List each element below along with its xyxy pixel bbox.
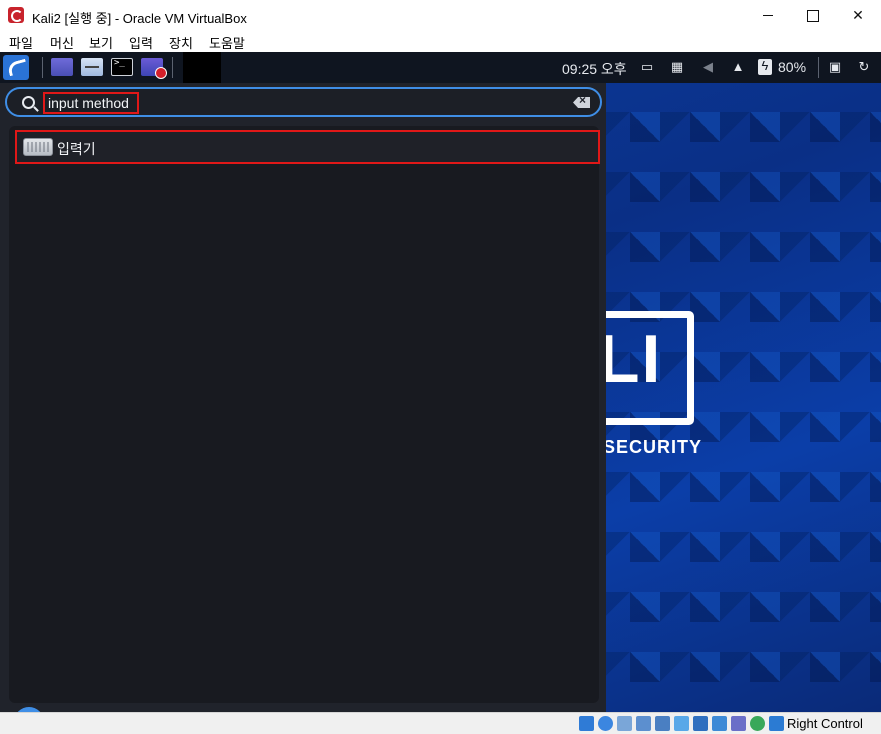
logout-icon[interactable]: ↻ <box>857 60 871 74</box>
window-title: Kali2 [실행 중] - Oracle VM VirtualBox <box>32 11 247 26</box>
panel-separator <box>42 57 43 78</box>
menubar: 파일 머신 보기 입력 장치 도움말 <box>0 31 881 52</box>
optical-drive-icon[interactable] <box>598 716 613 731</box>
battery-charging-icon[interactable]: ϟ <box>758 59 772 75</box>
search-icon <box>22 96 35 109</box>
kali-tagline: SECURITY <box>603 437 703 457</box>
recording-icon[interactable] <box>712 716 727 731</box>
result-label: 입력기 <box>57 141 96 157</box>
workspace-launcher-icon[interactable] <box>51 58 73 76</box>
menu-input[interactable]: 입력 <box>129 33 153 52</box>
menu-file[interactable]: 파일 <box>9 33 33 52</box>
terminal-icon[interactable] <box>111 58 133 76</box>
list-item[interactable]: 입력기 <box>15 130 600 164</box>
audio-icon[interactable] <box>617 716 632 731</box>
guest-display[interactable]: LI SECURITY 09:25 오후 ▭ ▦ ◀ ▲ ϟ 80% ▣ ↻ <box>0 52 881 712</box>
menu-help[interactable]: 도움말 <box>209 33 245 52</box>
menu-devices[interactable]: 장치 <box>169 33 193 52</box>
close-button[interactable]: ✕ <box>835 0 881 31</box>
network-icon[interactable] <box>636 716 651 731</box>
keyboard-layout-icon[interactable]: ▦ <box>670 60 684 74</box>
usb-icon[interactable] <box>655 716 670 731</box>
notifications-bell-icon[interactable]: ▲ <box>731 60 745 74</box>
panel-separator <box>818 57 819 78</box>
minimize-button[interactable] <box>745 0 791 31</box>
display-settings-icon[interactable] <box>693 716 708 731</box>
menu-machine[interactable]: 머신 <box>50 33 74 52</box>
volume-icon[interactable]: ◀ <box>701 60 715 74</box>
shared-folders-icon[interactable] <box>674 716 689 731</box>
kali-logo-text: LI <box>598 321 663 397</box>
battery-percent: 80% <box>778 59 807 75</box>
lock-icon[interactable]: ▣ <box>828 60 842 74</box>
file-manager-icon[interactable] <box>81 58 103 76</box>
search-input[interactable] <box>43 92 139 114</box>
clear-search-icon[interactable] <box>573 97 590 108</box>
taskbar-window[interactable] <box>183 52 221 83</box>
host-key-icon[interactable] <box>769 716 784 731</box>
top-panel: 09:25 오후 ▭ ▦ ◀ ▲ ϟ 80% ▣ ↻ <box>0 52 881 83</box>
cpu-icon[interactable] <box>731 716 746 731</box>
menu-view[interactable]: 보기 <box>89 33 113 52</box>
applications-menu-icon[interactable] <box>3 55 29 80</box>
keyboard-icon <box>23 138 53 156</box>
host-key-label: Right Control <box>787 716 863 731</box>
mouse-integration-icon[interactable] <box>750 716 765 731</box>
search-results-list: 입력기 <box>9 126 600 703</box>
panel-separator <box>172 57 173 78</box>
virtualbox-statusbar: Right Control <box>0 712 881 734</box>
screen-recorder-icon[interactable] <box>141 58 167 79</box>
virtualbox-icon <box>8 7 24 23</box>
display-icon[interactable]: ▭ <box>640 60 654 74</box>
panel-clock[interactable]: 09:25 오후 <box>562 59 627 79</box>
window-titlebar: Kali2 [실행 중] - Oracle VM VirtualBox ✕ <box>0 0 881 31</box>
hard-disk-icon[interactable] <box>579 716 594 731</box>
maximize-button[interactable] <box>790 0 836 31</box>
search-box[interactable] <box>5 87 602 117</box>
application-launcher-menu: 입력기 <box>0 83 606 712</box>
